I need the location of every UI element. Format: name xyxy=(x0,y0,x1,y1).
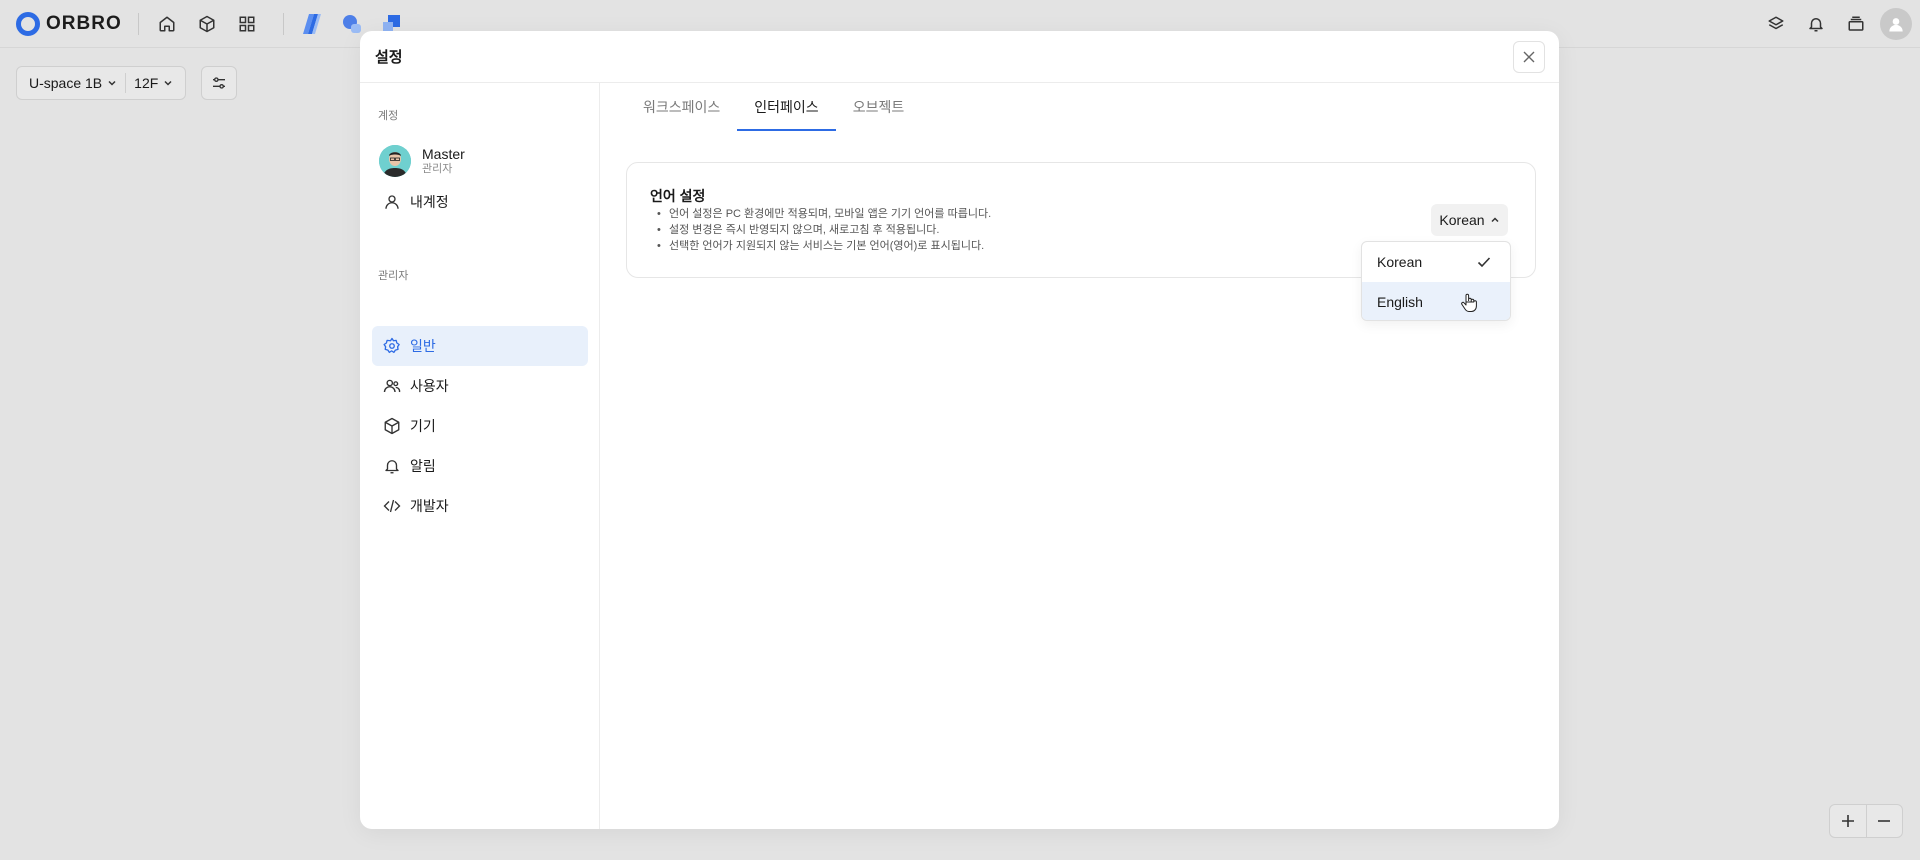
language-option-korean[interactable]: Korean xyxy=(1362,242,1510,282)
inbox-button[interactable] xyxy=(1836,4,1876,44)
close-icon xyxy=(1523,51,1535,63)
sidebar-item-label: 알림 xyxy=(410,458,436,474)
profile-name: Master xyxy=(422,146,465,162)
person-icon xyxy=(382,192,402,212)
grid-icon xyxy=(239,16,255,31)
sidebar-item-label: 내계정 xyxy=(410,194,449,210)
users-icon xyxy=(382,376,402,396)
person-photo-icon xyxy=(379,145,411,177)
sliders-icon xyxy=(213,77,225,89)
floor-selector: U-space 1B 12F xyxy=(16,66,187,100)
toolbar-divider xyxy=(282,12,284,35)
language-note: 설정 변경은 즉시 반영되지 않으며, 새로고침 후 적용됩니다. xyxy=(669,224,940,236)
settings-tabs: 워크스페이스 인터페이스 오브젝트 xyxy=(626,83,921,131)
bell-icon xyxy=(1809,18,1823,32)
sidebar-item-label: 일반 xyxy=(410,338,436,354)
zoom-controls xyxy=(1829,804,1903,838)
objects-button[interactable] xyxy=(187,4,227,44)
sidebar-item-devices[interactable]: 기기 xyxy=(372,406,588,446)
home-button[interactable] xyxy=(147,4,187,44)
user-icon xyxy=(1889,18,1903,32)
check-icon xyxy=(1477,257,1491,268)
minus-icon xyxy=(1878,820,1891,822)
list-item: • 선택한 언어가 지원되지 않는 서비스는 기본 언어(영어)로 표시됩니다. xyxy=(657,240,985,252)
list-item: • 설정 변경은 즉시 반영되지 않으며, 새로고침 후 적용됩니다. xyxy=(657,224,940,236)
settings-modal: 설정 계정 Master 관리자 내계정 관리자 일반 사용자 기기 알림 개발… xyxy=(360,31,1559,829)
language-option-english[interactable]: English xyxy=(1362,282,1510,320)
code-icon xyxy=(382,496,402,516)
layers-button[interactable] xyxy=(1756,4,1796,44)
language-settings-title: 언어 설정 xyxy=(650,188,706,204)
cube-icon xyxy=(199,15,215,32)
sidebar-item-my-account[interactable]: 내계정 xyxy=(372,182,588,222)
language-dropdown: Korean English xyxy=(1361,241,1511,321)
app-shortcut-1[interactable] xyxy=(292,4,332,44)
modal-title: 설정 xyxy=(375,49,403,66)
orbro-logo[interactable]: ORBRO xyxy=(16,11,122,36)
settings-sidebar: 계정 Master 관리자 내계정 관리자 일반 사용자 기기 알림 개발자 xyxy=(360,83,600,829)
admin-section-label: 관리자 xyxy=(378,270,409,282)
home-icon xyxy=(159,16,175,31)
sidebar-item-general[interactable]: 일반 xyxy=(372,326,588,366)
language-note: 선택한 언어가 지원되지 않는 서비스는 기본 언어(영어)로 표시됩니다. xyxy=(669,240,985,252)
option-label: Korean xyxy=(1377,254,1423,270)
logo-mark-icon xyxy=(16,11,40,36)
filter-button[interactable] xyxy=(201,66,237,100)
profile-role: 관리자 xyxy=(422,163,453,175)
modal-body: 계정 Master 관리자 내계정 관리자 일반 사용자 기기 알림 개발자 워… xyxy=(360,83,1559,829)
user-avatar-button[interactable] xyxy=(1880,8,1912,40)
zoom-in-button[interactable] xyxy=(1830,805,1866,837)
sidebar-item-label: 기기 xyxy=(410,418,436,434)
language-notes: • 언어 설정은 PC 환경에만 적용되며, 모바일 앱은 기기 언어를 따릅니다… xyxy=(657,206,991,254)
bell-icon xyxy=(382,456,402,476)
sidebar-item-notifications[interactable]: 알림 xyxy=(372,446,588,486)
apps-button[interactable] xyxy=(227,4,267,44)
level-select[interactable]: 12F xyxy=(126,67,181,99)
sidebar-item-developer[interactable]: 개발자 xyxy=(372,486,588,526)
language-note: 언어 설정은 PC 환경에만 적용되며, 모바일 앱은 기기 언어를 따릅니다. xyxy=(669,208,992,220)
modal-header: 설정 xyxy=(360,31,1559,83)
language-select[interactable]: Korean xyxy=(1431,204,1508,236)
gear-icon xyxy=(382,336,402,356)
account-section-label: 계정 xyxy=(378,110,399,122)
box-icon xyxy=(382,416,402,436)
notifications-button[interactable] xyxy=(1796,4,1836,44)
top-right-actions xyxy=(1756,4,1912,44)
plus-icon xyxy=(1841,815,1854,827)
building-select[interactable]: U-space 1B xyxy=(21,67,125,99)
chevron-down-icon xyxy=(108,80,116,86)
language-select-value: Korean xyxy=(1439,212,1485,228)
hand-cursor-icon xyxy=(1461,293,1477,312)
app-triangle-icon xyxy=(302,13,321,34)
profile-avatar xyxy=(379,145,411,177)
option-label: English xyxy=(1377,294,1423,310)
building-select-value: U-space 1B xyxy=(29,75,103,91)
chevron-down-icon xyxy=(164,80,172,86)
tab-workspace[interactable]: 워크스페이스 xyxy=(626,83,737,131)
level-select-value: 12F xyxy=(134,75,159,91)
sidebar-item-label: 개발자 xyxy=(410,498,449,514)
list-item: • 언어 설정은 PC 환경에만 적용되며, 모바일 앱은 기기 언어를 따릅니다… xyxy=(657,208,992,220)
toolbar-divider xyxy=(137,12,139,35)
chevron-up-icon xyxy=(1491,217,1499,223)
sidebar-item-users[interactable]: 사용자 xyxy=(372,366,588,406)
sidebar-item-label: 사용자 xyxy=(410,378,449,394)
layers-icon xyxy=(1768,16,1784,30)
profile-card: Master 관리자 xyxy=(379,145,465,177)
tab-interface[interactable]: 인터페이스 xyxy=(737,83,837,131)
logo-text: ORBRO xyxy=(46,12,122,34)
stack-icon xyxy=(1848,16,1864,31)
zoom-out-button[interactable] xyxy=(1865,805,1903,837)
close-button[interactable] xyxy=(1513,41,1545,73)
tab-object[interactable]: 오브젝트 xyxy=(836,83,922,131)
settings-content: 워크스페이스 인터페이스 오브젝트 언어 설정 • 언어 설정은 PC 환경에만 … xyxy=(601,83,1559,829)
